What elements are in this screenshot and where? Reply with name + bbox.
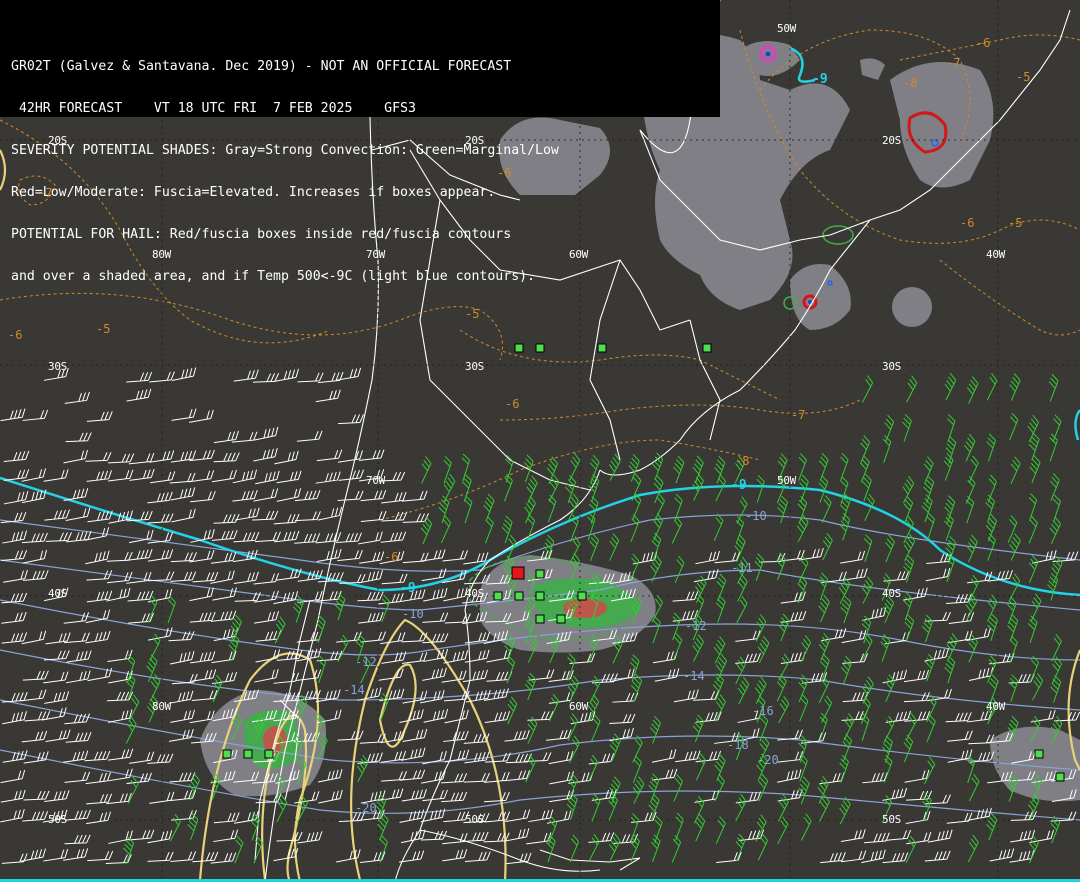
header-line-2: 42HR FORECAST VT 18 UTC FRI 7 FEB 2025 G… <box>11 101 416 116</box>
lon-label-40w: 40W <box>986 248 1005 261</box>
contour-label: -5 <box>465 307 480 321</box>
contour-label: -10 <box>402 607 424 621</box>
header-line-3: SEVERITY POTENTIAL SHADES: Gray=Strong C… <box>11 143 559 158</box>
lon-label-50w: 50W <box>777 22 796 35</box>
lon-label-70w: 70W <box>366 474 385 487</box>
contour-label: -12 <box>685 619 707 633</box>
contour-label: -16 <box>752 704 774 718</box>
lat-label-50s: 50S <box>882 813 901 826</box>
contour-label: -7 <box>791 408 806 422</box>
lat-label-20s: 20S <box>882 134 901 147</box>
lon-label-60w: 60W <box>569 700 588 713</box>
lat-label-30s: 30S <box>882 360 901 373</box>
contour-label: -8 <box>735 454 750 468</box>
contour-label: -6 <box>505 397 520 411</box>
contour-label: -6 <box>976 36 991 50</box>
lat-label-50s: 50S <box>48 813 67 826</box>
contour-label: -6 <box>384 550 399 564</box>
lat-label-30s: 30S <box>48 360 67 373</box>
contour-label: -5 <box>1016 70 1031 84</box>
contour-label: -9 <box>812 72 828 87</box>
lat-label-20s: 20S <box>48 134 67 147</box>
contour-label: -14 <box>343 683 365 697</box>
contour-label: -5 <box>96 322 111 336</box>
lat-label-40s: 40S <box>882 587 901 600</box>
forecast-header: GR02T (Galvez & Santavana. Dec 2019) - N… <box>0 0 720 284</box>
contour-label: -6 <box>8 328 23 342</box>
header-line-5: POTENTIAL FOR HAIL: Red/fuscia boxes ins… <box>11 227 512 242</box>
lon-label-40w: 40W <box>986 700 1005 713</box>
contour-label: -9 <box>731 478 747 493</box>
contour-label: -5 <box>1008 216 1023 230</box>
contour-label: -7 <box>946 56 961 70</box>
lon-label-70w: 70W <box>366 248 385 261</box>
contour-label: -7 <box>38 186 53 200</box>
lon-label-80w: 80W <box>152 700 171 713</box>
lon-label-60w: 60W <box>569 248 588 261</box>
contour-label: -10 <box>745 509 767 523</box>
header-line-1: GR02T (Galvez & Santavana. Dec 2019) - N… <box>11 59 512 74</box>
contour-label: -6 <box>960 216 975 230</box>
contour-label: -8 <box>903 76 918 90</box>
contour-label: -18 <box>727 738 749 752</box>
header-line-4: Red=Low/Moderate: Fuscia=Elevated. Incre… <box>11 185 496 200</box>
contour-label: -14 <box>683 669 705 683</box>
lon-label-50w: 50W <box>777 474 796 487</box>
lat-label-50s: 50S <box>465 813 484 826</box>
contour-label: -9 <box>400 581 416 596</box>
lat-label-40s: 40S <box>48 587 67 600</box>
lat-label-20s: 20S <box>465 134 484 147</box>
contour-label: -20 <box>355 801 377 815</box>
lat-label-30s: 30S <box>465 360 484 373</box>
contour-label: -20 <box>757 753 779 767</box>
contour-label: -11 <box>731 561 753 575</box>
lat-label-40s: 40S <box>465 587 484 600</box>
contour-label: -6 <box>497 166 512 180</box>
header-line-6: and over a shaded area, and if Temp 500<… <box>11 269 536 284</box>
lon-label-80w: 80W <box>152 248 171 261</box>
contour-label: -12 <box>355 655 377 669</box>
